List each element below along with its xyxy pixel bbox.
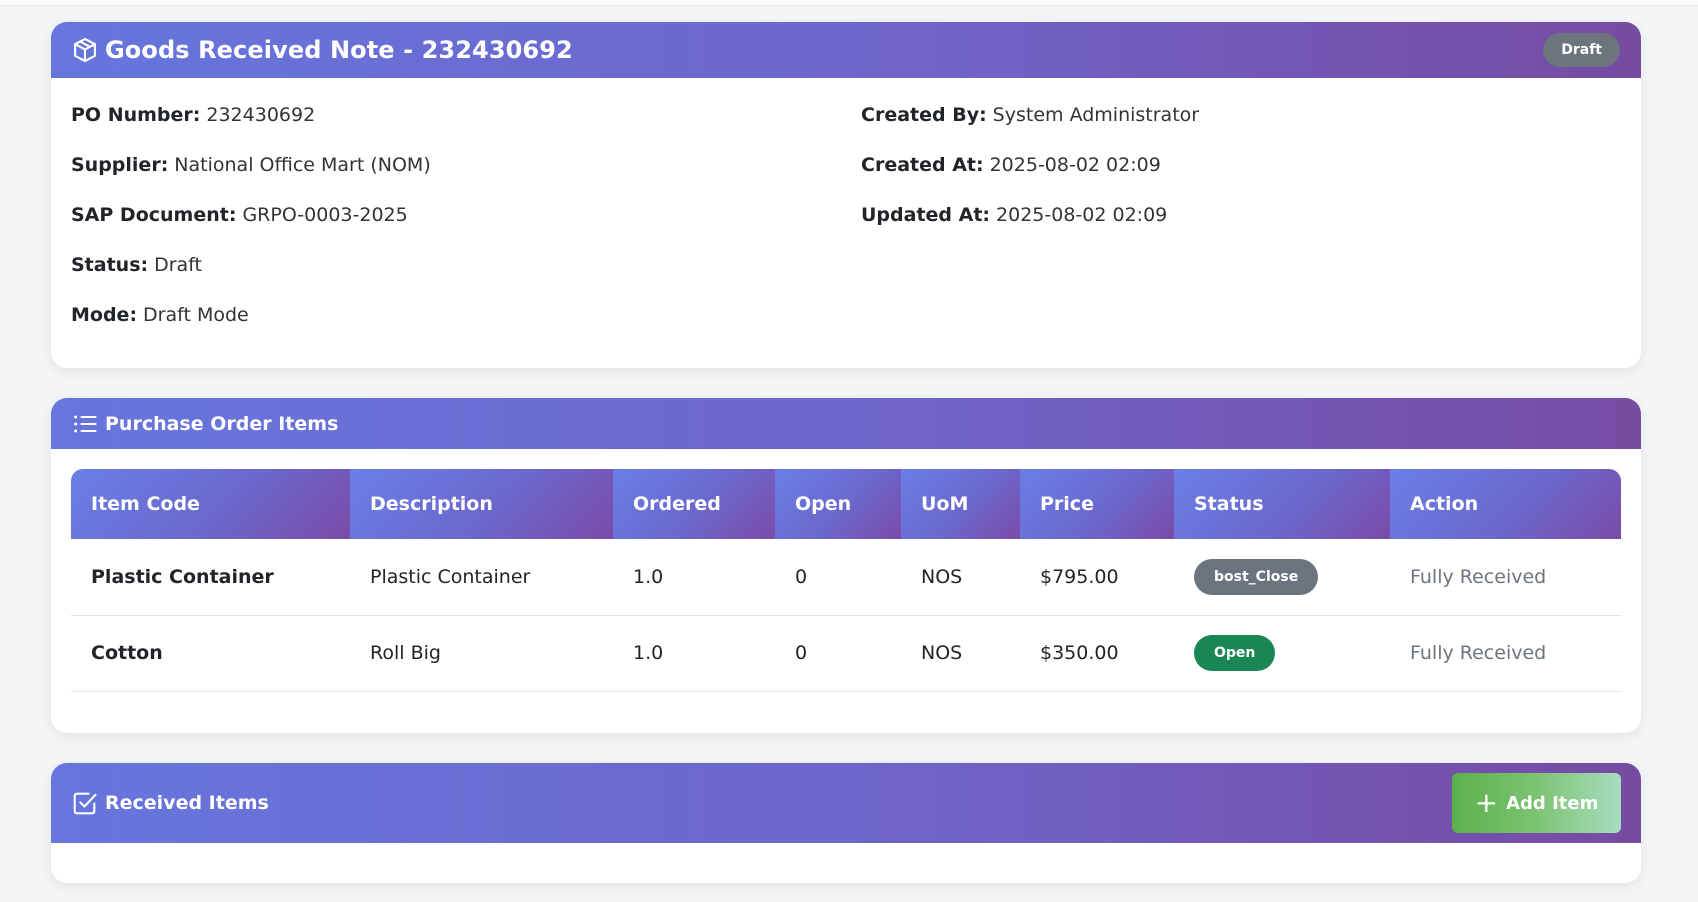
field-value: 2025-08-02 02:09 bbox=[989, 154, 1161, 176]
supplier-field: Supplier: National Office Mart (NOM) bbox=[71, 140, 431, 190]
field-value: 2025-08-02 02:09 bbox=[996, 204, 1168, 226]
field-value: System Administrator bbox=[992, 104, 1200, 126]
po-number-field: PO Number: 232430692 bbox=[71, 90, 431, 140]
status-badge: bost_Close bbox=[1194, 558, 1319, 595]
open-cell: 0 bbox=[795, 565, 808, 588]
column-header-item-code: Item Code bbox=[71, 469, 350, 539]
ordered-cell: 1.0 bbox=[633, 642, 664, 664]
sap-document-field: SAP Document: GRPO-0003-2025 bbox=[71, 190, 431, 240]
status-badge: Open bbox=[1194, 635, 1276, 671]
checkbox-icon bbox=[71, 789, 99, 817]
received-items-header: Received Items + Add Item bbox=[51, 763, 1641, 843]
field-value: Draft Mode bbox=[143, 304, 249, 326]
grn-info-right: Created By: System Administrator Created … bbox=[861, 78, 1199, 240]
add-item-button[interactable]: + Add Item bbox=[1452, 773, 1621, 833]
grn-details-card: Goods Received Note - 232430692 Draft PO… bbox=[51, 22, 1641, 368]
created-by-field: Created By: System Administrator bbox=[861, 90, 1199, 140]
section-title: Purchase Order Items bbox=[105, 412, 339, 435]
uom-cell: NOS bbox=[921, 642, 963, 664]
column-header-action: Action bbox=[1390, 469, 1621, 539]
po-items-card: Purchase Order Items Item Code Descripti… bbox=[51, 398, 1641, 733]
field-label: SAP Document: bbox=[71, 204, 237, 226]
add-item-label: Add Item bbox=[1506, 792, 1599, 814]
section-title: Received Items bbox=[105, 792, 269, 814]
field-label: Created At: bbox=[861, 154, 984, 176]
action-cell: Fully Received bbox=[1410, 642, 1547, 664]
mode-field: Mode: Draft Mode bbox=[71, 290, 431, 340]
field-value: GRPO-0003-2025 bbox=[242, 204, 408, 226]
grn-title: Goods Received Note - 232430692 bbox=[105, 36, 573, 64]
table-row: Cotton Roll Big 1.0 0 NOS $350.00 Open F… bbox=[71, 615, 1621, 691]
list-icon bbox=[71, 410, 99, 438]
status-field: Status: Draft bbox=[71, 240, 431, 290]
item-code-cell: Cotton bbox=[91, 642, 163, 664]
column-header-status: Status bbox=[1174, 469, 1390, 539]
status-cell: Open bbox=[1174, 615, 1390, 691]
created-at-field: Created At: 2025-08-02 02:09 bbox=[861, 140, 1199, 190]
received-items-card: Received Items + Add Item bbox=[51, 763, 1641, 883]
item-code-cell: Plastic Container bbox=[91, 565, 274, 588]
grn-header: Goods Received Note - 232430692 Draft bbox=[51, 22, 1641, 78]
column-header-ordered: Ordered bbox=[613, 469, 775, 539]
ordered-cell: 1.0 bbox=[633, 565, 664, 588]
status-badge: Draft bbox=[1543, 33, 1620, 67]
po-items-table: Item Code Description Ordered Open UoM P… bbox=[71, 469, 1621, 692]
grn-info-left: PO Number: 232430692 Supplier: National Of… bbox=[71, 78, 431, 340]
description-cell: Roll Big bbox=[370, 642, 441, 664]
column-header-price: Price bbox=[1020, 469, 1174, 539]
grn-info: PO Number: 232430692 Supplier: National Of… bbox=[51, 78, 1641, 368]
field-label: Supplier: bbox=[71, 154, 169, 176]
field-label: Status: bbox=[71, 254, 149, 276]
plus-icon: + bbox=[1474, 786, 1499, 819]
field-label: PO Number: bbox=[71, 104, 201, 126]
open-cell: 0 bbox=[795, 642, 808, 664]
updated-at-field: Updated At: 2025-08-02 02:09 bbox=[861, 190, 1199, 240]
price-cell: $795.00 bbox=[1040, 565, 1119, 588]
table-row: Plastic Container Plastic Container 1.0 … bbox=[71, 539, 1621, 615]
column-header-uom: UoM bbox=[901, 469, 1020, 539]
field-label: Created By: bbox=[861, 104, 987, 126]
box-icon bbox=[71, 36, 99, 64]
field-value: 232430692 bbox=[206, 104, 316, 126]
column-header-open: Open bbox=[775, 469, 901, 539]
description-cell: Plastic Container bbox=[370, 565, 531, 588]
po-items-header: Purchase Order Items bbox=[51, 398, 1641, 449]
top-border bbox=[0, 0, 1698, 6]
price-cell: $350.00 bbox=[1040, 642, 1119, 664]
field-value: Draft bbox=[154, 254, 202, 276]
table-header-row: Item Code Description Ordered Open UoM P… bbox=[71, 469, 1621, 539]
field-label: Mode: bbox=[71, 304, 138, 326]
field-value: National Office Mart (NOM) bbox=[174, 154, 431, 176]
uom-cell: NOS bbox=[921, 565, 963, 588]
action-cell: Fully Received bbox=[1410, 565, 1547, 588]
field-label: Updated At: bbox=[861, 204, 991, 226]
po-items-table-wrap: Item Code Description Ordered Open UoM P… bbox=[71, 469, 1621, 692]
status-cell: bost_Close bbox=[1174, 539, 1390, 615]
column-header-description: Description bbox=[350, 469, 613, 539]
